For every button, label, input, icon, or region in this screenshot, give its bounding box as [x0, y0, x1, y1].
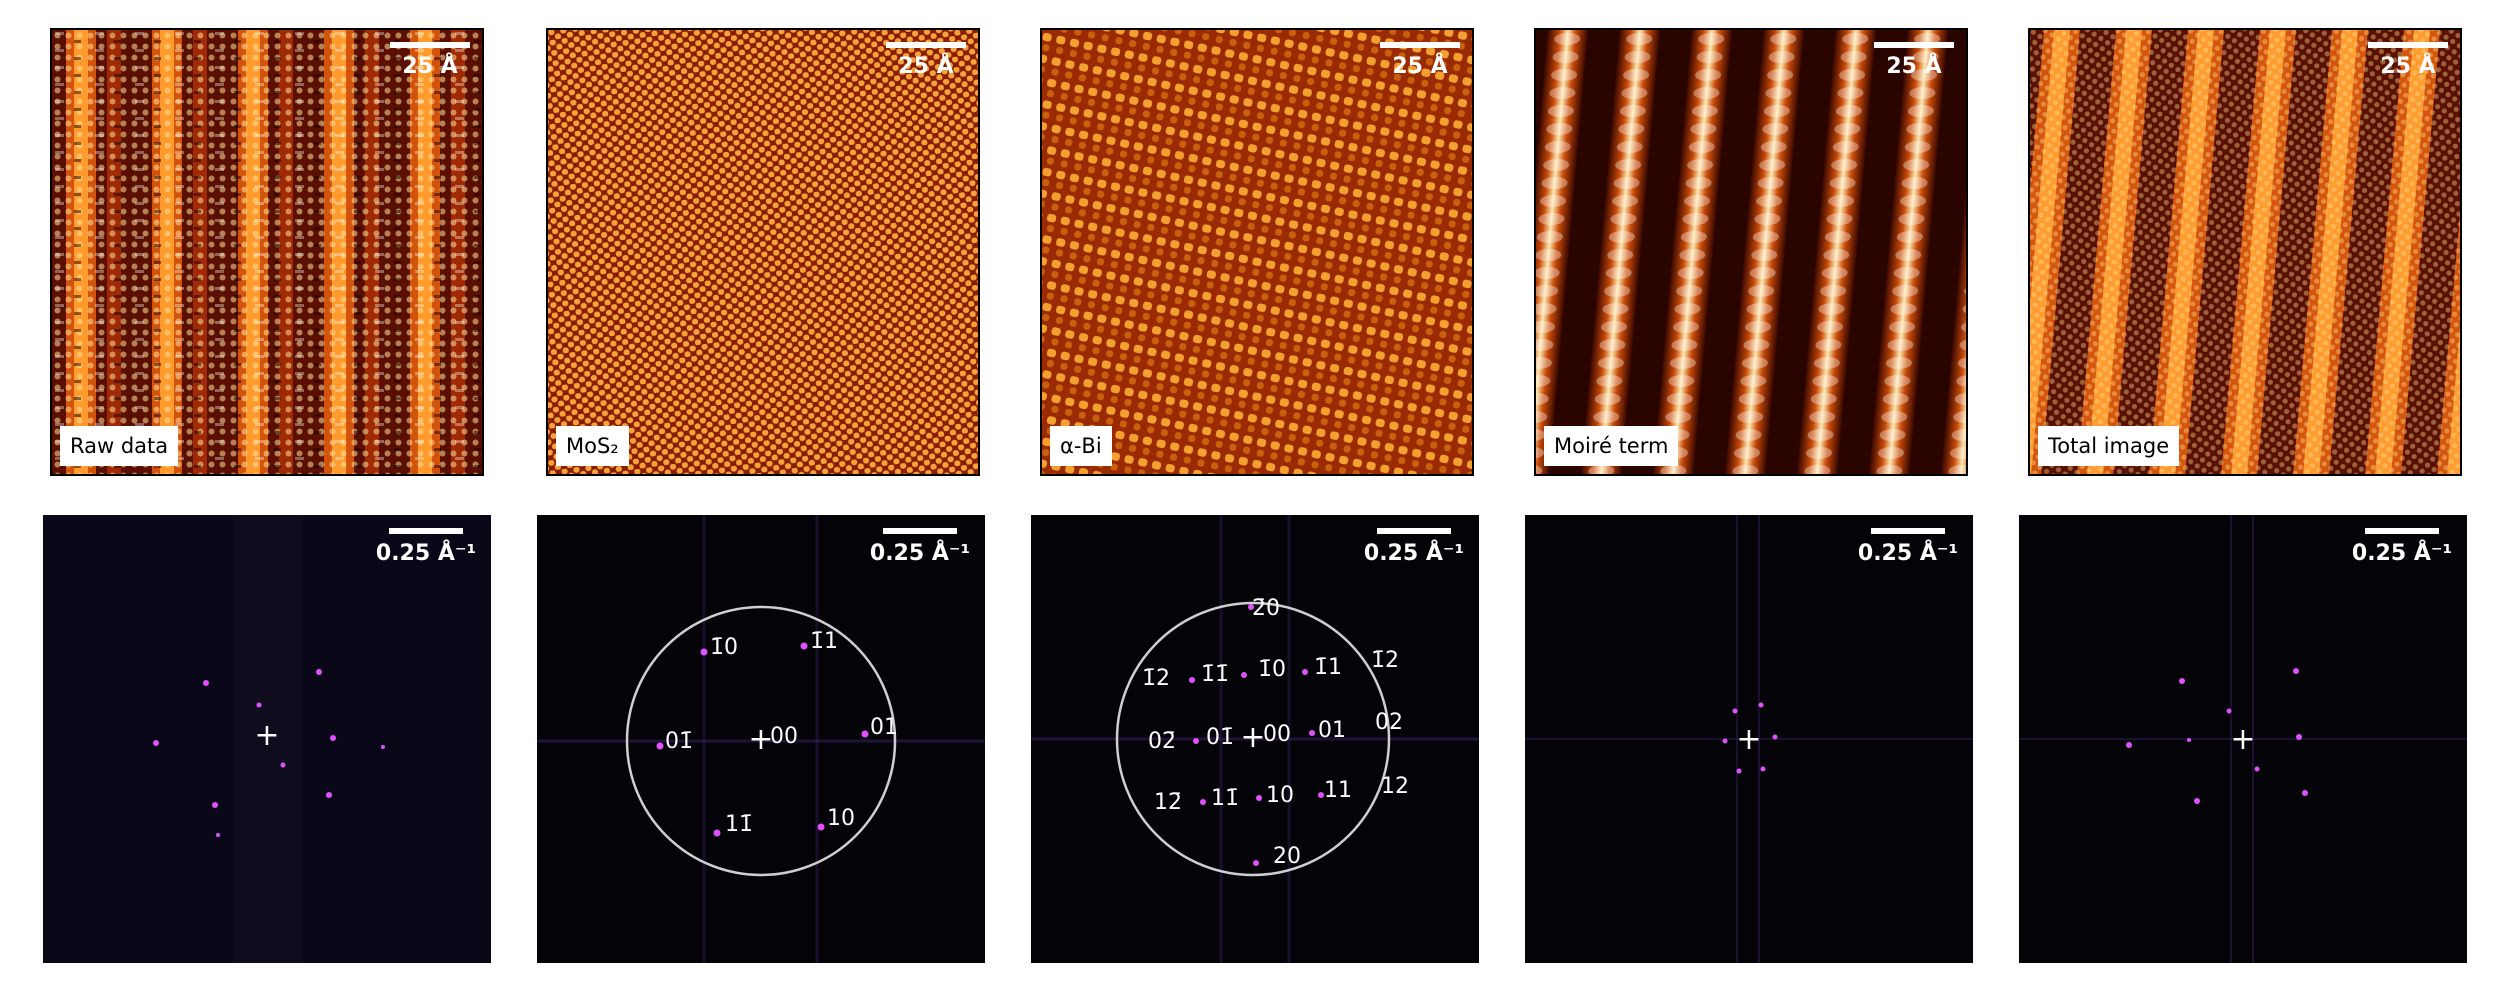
index-label: 11̄ [725, 812, 753, 837]
index-label: 11 [1324, 778, 1352, 803]
index-label: 01̄ [1206, 725, 1234, 750]
scale-bar [1874, 42, 1954, 48]
mos2-lattice [548, 30, 978, 474]
origin-marker: + [1240, 720, 1265, 755]
scale-bar-label: 0.25 Å⁻¹ [1857, 541, 1959, 566]
raw-data-image: 25 Å Raw data [50, 28, 484, 476]
index-label: 1̄2 [1142, 666, 1170, 691]
scale-bar-label: 0.25 Å⁻¹ [375, 541, 477, 566]
fft-spots: + 2̄0 1̄2 1̄1̄ 1̄0 1̄1 1̄2 02̄ 01̄ 00 01… [1031, 515, 1479, 963]
moire-term-image: 25 Å Moiré term [1534, 28, 1968, 476]
raw-data-fft: + 0.25 Å⁻¹ [43, 515, 491, 963]
index-label: 02̄ [1148, 729, 1176, 754]
mos2-fft: + 1̄0 1̄1 01̄ 00 01 11̄ 10 0.25 Å⁻¹ [537, 515, 985, 963]
fft-spots: + [1525, 515, 1973, 963]
panel-label: MoS₂ [556, 426, 629, 466]
panel-label: Raw data [60, 426, 179, 466]
index-label: 12̄ [1154, 790, 1182, 815]
fft-spots: + [153, 669, 385, 837]
panel-label: Total image [2038, 426, 2180, 466]
scale-bar [2365, 528, 2439, 534]
index-label: 10 [1266, 783, 1294, 808]
index-label: 1̄1̄ [1201, 662, 1229, 687]
scale-bar [2368, 42, 2448, 48]
index-label: 1̄0 [1258, 657, 1286, 682]
index-label: 00 [1263, 722, 1291, 747]
scale-bar [886, 42, 966, 48]
index-label: 11̄ [1211, 786, 1239, 811]
scale-bar [1380, 42, 1460, 48]
index-label: 01 [1318, 718, 1346, 743]
scale-bar [389, 528, 463, 534]
scale-bar-label: 0.25 Å⁻¹ [2351, 541, 2453, 566]
origin-marker: + [2230, 722, 2255, 757]
index-label: 12 [1381, 774, 1409, 799]
scale-bar [1377, 528, 1451, 534]
scale-bar-label: 25 Å [1392, 54, 1448, 79]
alpha-bi-fft: + 2̄0 1̄2 1̄1̄ 1̄0 1̄1 1̄2 02̄ 01̄ 00 01… [1031, 515, 1479, 963]
moire-texture [1536, 30, 1966, 474]
index-label: 1̄0 [710, 635, 738, 660]
scale-bar-label: 25 Å [2380, 54, 2436, 79]
scale-bar-label: 0.25 Å⁻¹ [1363, 541, 1465, 566]
index-label: 01 [870, 715, 898, 740]
total-texture [2030, 30, 2460, 474]
index-label: 20 [1273, 844, 1301, 869]
alpha-bi-lattice [1042, 30, 1472, 474]
scale-bar-label: 25 Å [1886, 54, 1942, 79]
total-image: 25 Å Total image [2028, 28, 2462, 476]
scale-bar-label: 25 Å [898, 54, 954, 79]
alpha-bi-image: 25 Å α-Bi [1040, 28, 1474, 476]
scale-bar-label: 25 Å [402, 54, 458, 79]
total-image-fft: + 0.25 Å⁻¹ [2019, 515, 2467, 963]
fft-spots: + 1̄0 1̄1 01̄ 00 01 11̄ 10 [537, 515, 985, 963]
panel-label: α-Bi [1050, 426, 1112, 466]
index-label: 02 [1375, 710, 1403, 735]
index-label: 00 [770, 724, 798, 749]
raw-data-texture [52, 30, 482, 474]
mos2-image: 25 Å MoS₂ [546, 28, 980, 476]
index-label: 01̄ [665, 729, 693, 754]
scale-bar [883, 528, 957, 534]
scale-bar [390, 42, 470, 48]
fft-spots: + [2019, 515, 2467, 963]
index-label: 1̄1 [1314, 655, 1342, 680]
origin-marker: + [254, 718, 279, 753]
moire-term-fft: + 0.25 Å⁻¹ [1525, 515, 1973, 963]
scale-bar-label: 0.25 Å⁻¹ [869, 541, 971, 566]
scale-bar [1871, 528, 1945, 534]
index-label: 10 [827, 806, 855, 831]
index-label: 2̄0 [1252, 596, 1280, 621]
origin-marker: + [1736, 722, 1761, 757]
panel-label: Moiré term [1544, 426, 1679, 466]
index-label: 1̄2 [1371, 648, 1399, 673]
index-label: 1̄1 [810, 629, 838, 654]
